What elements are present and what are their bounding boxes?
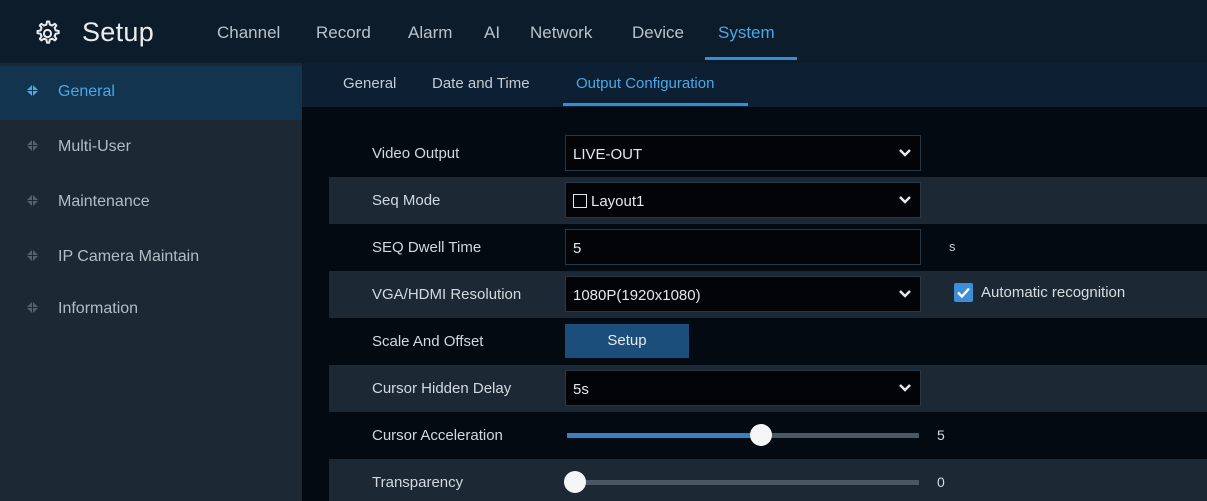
cursor-hidden-delay-value: 5s [573, 381, 589, 398]
resolution-row: VGA/HDMI Resolution 1080P(1920x1080) Aut… [329, 271, 1207, 318]
topnav-network[interactable]: Network [530, 23, 592, 43]
seq-dwell-time-value: 5 [573, 240, 582, 257]
sidebar-item-label: General [58, 83, 115, 100]
top-bar: Setup Channel Record Alarm AI Network De… [0, 0, 1207, 63]
cursor-hidden-delay-label: Cursor Hidden Delay [372, 380, 512, 397]
seq-dwell-time-input[interactable]: 5 [565, 229, 921, 265]
automatic-recognition-checkbox[interactable] [954, 283, 973, 302]
sidebar-item-multi-user[interactable]: Multi-User [0, 121, 302, 175]
diamond-icon [26, 84, 39, 97]
transparency-row: Transparency 0 [329, 459, 1207, 501]
seq-mode-value: Layout1 [573, 193, 644, 210]
scale-offset-row: Scale And Offset Setup [329, 318, 1207, 365]
sidebar-item-general[interactable]: General [0, 66, 302, 120]
video-output-select[interactable]: LIVE-OUT [565, 135, 921, 171]
seq-mode-row: Seq Mode Layout1 [329, 177, 1207, 224]
sidebar-item-label: Information [58, 300, 139, 317]
video-output-label: Video Output [372, 145, 460, 162]
sub-tab-bar: General Date and Time Output Configurati… [302, 63, 1207, 107]
cursor-hidden-delay-select[interactable]: 5s [565, 370, 921, 406]
chevron-down-icon [899, 196, 911, 204]
sidebar-item-ip-camera-maintain[interactable]: IP Camera Maintain [0, 231, 302, 285]
topnav-alarm[interactable]: Alarm [408, 23, 452, 43]
cursor-acceleration-slider[interactable] [567, 433, 919, 438]
gear-icon [36, 20, 60, 44]
diamond-icon [26, 249, 39, 262]
layout-checkbox[interactable] [573, 194, 587, 208]
diamond-icon [26, 139, 39, 152]
topnav-ai[interactable]: AI [484, 23, 500, 43]
chevron-down-icon [899, 149, 911, 157]
seq-dwell-time-label: SEQ Dwell Time [372, 239, 482, 256]
tab-output-configuration[interactable]: Output Configuration [576, 75, 714, 92]
sidebar-item-label: IP Camera Maintain [58, 248, 200, 265]
seq-dwell-time-row: SEQ Dwell Time 5 s [329, 224, 1207, 271]
transparency-value: 0 [937, 474, 945, 490]
cursor-acceleration-label: Cursor Acceleration [372, 427, 503, 444]
tab-active-indicator [563, 103, 748, 106]
sidebar-item-information[interactable]: Information [0, 283, 302, 337]
resolution-select[interactable]: 1080P(1920x1080) [565, 276, 921, 312]
sidebar-item-maintenance[interactable]: Maintenance [0, 176, 302, 230]
topnav-system[interactable]: System [718, 23, 775, 43]
sidebar-item-label: Maintenance [58, 193, 150, 210]
page-title: Setup [82, 17, 155, 47]
scale-offset-setup-button[interactable]: Setup [565, 324, 689, 358]
transparency-slider[interactable] [567, 480, 919, 485]
automatic-recognition-label: Automatic recognition [981, 284, 1126, 301]
resolution-value: 1080P(1920x1080) [573, 287, 701, 304]
tab-general[interactable]: General [343, 75, 396, 92]
chevron-down-icon [899, 290, 911, 298]
video-output-row: Video Output LIVE-OUT [329, 130, 1207, 177]
transparency-thumb[interactable] [564, 471, 586, 493]
tab-date-and-time[interactable]: Date and Time [432, 75, 530, 92]
diamond-icon [26, 301, 39, 314]
transparency-label: Transparency [372, 474, 464, 491]
seq-mode-select[interactable]: Layout1 [565, 182, 921, 218]
cursor-acceleration-thumb[interactable] [749, 424, 772, 446]
seq-mode-value-text: Layout1 [591, 193, 645, 210]
sidebar: General Multi-User Maintenance IP Camera… [0, 63, 302, 501]
topnav-record[interactable]: Record [316, 23, 371, 43]
seq-mode-label: Seq Mode [372, 192, 441, 209]
cursor-hidden-delay-row: Cursor Hidden Delay 5s [329, 365, 1207, 412]
video-output-value: LIVE-OUT [573, 146, 643, 163]
topnav-channel[interactable]: Channel [217, 23, 280, 43]
cursor-acceleration-value: 5 [937, 427, 945, 443]
scale-offset-label: Scale And Offset [372, 333, 484, 350]
resolution-label: VGA/HDMI Resolution [372, 286, 522, 303]
cursor-acceleration-row: Cursor Acceleration 5 [329, 412, 1207, 459]
sidebar-item-label: Multi-User [58, 138, 131, 155]
topnav-active-indicator [705, 57, 797, 60]
diamond-icon [26, 194, 39, 207]
checkmark-icon [957, 287, 970, 299]
seq-dwell-time-unit: s [949, 239, 956, 254]
slider-fill [567, 433, 761, 438]
topnav-device[interactable]: Device [632, 23, 684, 43]
chevron-down-icon [899, 384, 911, 392]
main-panel: General Date and Time Output Configurati… [302, 63, 1207, 501]
